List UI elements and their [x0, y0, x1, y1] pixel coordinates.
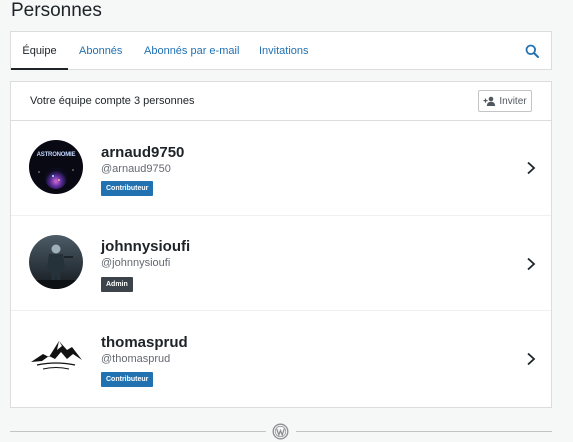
- tab-abonnes[interactable]: Abonnés: [79, 32, 122, 70]
- avatar: [29, 328, 83, 382]
- team-header: Votre équipe compte 3 personnes Inviter: [11, 82, 551, 121]
- role-badge: Admin: [101, 277, 133, 292]
- team-card: Votre équipe compte 3 personnes Inviter: [10, 81, 552, 408]
- member-row-johnnysioufi[interactable]: johnnysioufi @johnnysioufi Admin: [11, 216, 551, 311]
- search-button[interactable]: [513, 32, 551, 70]
- footer-divider-left: [10, 431, 266, 432]
- member-row-arnaud9750[interactable]: ASTRONOMIE arnaud9750 @arnaud9750 Contri…: [11, 121, 551, 216]
- chevron-right-icon: [527, 257, 536, 271]
- member-name: thomasprud: [101, 334, 188, 351]
- search-icon: [525, 44, 539, 58]
- avatar-lettering: ASTRONOMIE: [36, 152, 76, 158]
- page-title: Personnes: [11, 0, 102, 21]
- invite-button[interactable]: Inviter: [478, 90, 532, 112]
- member-name: arnaud9750: [101, 144, 185, 161]
- role-badge: Contributeur: [101, 181, 154, 196]
- chevron-right-icon: [527, 161, 536, 175]
- footer-divider-right: [296, 431, 552, 432]
- team-count: Votre équipe compte 3 personnes: [30, 95, 195, 107]
- add-user-icon: [483, 96, 496, 106]
- chevron-right-icon: [527, 352, 536, 366]
- member-name: johnnysioufi: [101, 238, 191, 255]
- member-handle: @johnnysioufi: [101, 257, 171, 269]
- section-tabs: Équipe Abonnés Abonnés par e-mail Invita…: [10, 31, 552, 70]
- tab-abonnes-email[interactable]: Abonnés par e-mail: [144, 32, 239, 70]
- avatar: [29, 235, 83, 289]
- avatar: ASTRONOMIE: [29, 140, 83, 194]
- member-handle: @arnaud9750: [101, 163, 171, 175]
- role-badge: Contributeur: [101, 372, 154, 387]
- member-handle: @thomasprud: [101, 353, 171, 365]
- tab-equipe[interactable]: Équipe: [11, 32, 68, 70]
- wordpress-logo-icon: [272, 423, 289, 440]
- tab-invitations[interactable]: Invitations: [259, 32, 309, 70]
- member-row-thomasprud[interactable]: thomasprud @thomasprud Contributeur: [11, 311, 551, 406]
- invite-label: Inviter: [499, 95, 527, 107]
